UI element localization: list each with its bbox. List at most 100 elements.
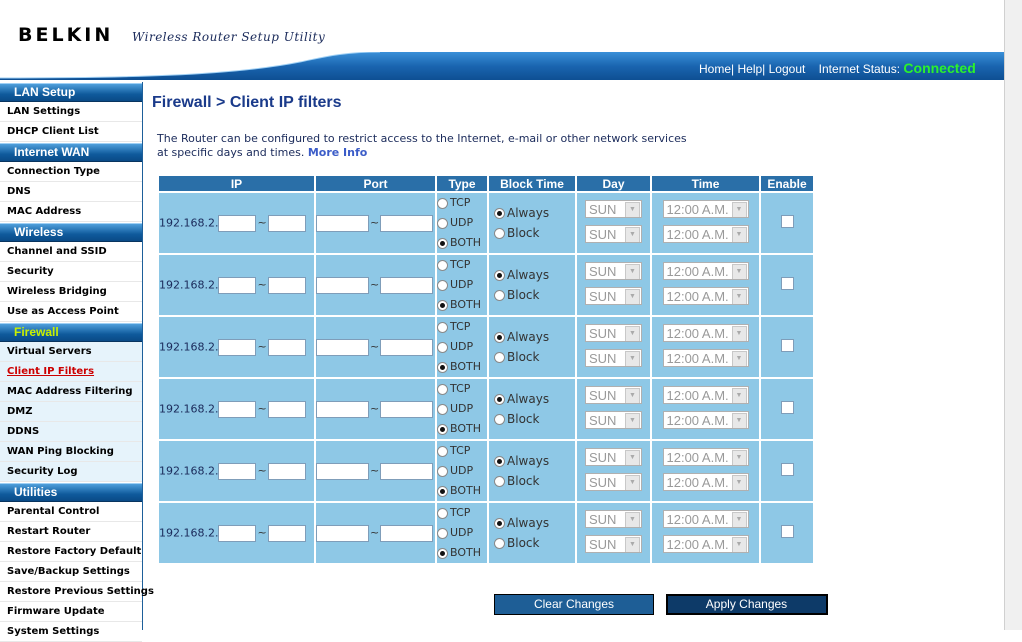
block-radio-block[interactable] [494,290,505,301]
sidebar-item-ddns[interactable]: DDNS [0,422,142,442]
more-info-link[interactable]: More Info [308,146,368,159]
type-radio-both[interactable] [437,299,448,311]
enable-checkbox[interactable] [780,401,794,414]
ip-end-input[interactable] [267,276,306,294]
time-from-select[interactable]: 12:00 A.M. ▼ [662,262,749,280]
ip-end-input[interactable] [267,214,306,232]
sidebar-item-lan-settings[interactable]: LAN Settings [0,102,142,122]
type-option-both[interactable]: BOTH [437,357,487,377]
port-end-input[interactable] [380,524,434,542]
port-end-input[interactable] [380,276,434,294]
block-radio-block[interactable] [494,228,505,239]
sidebar-item-restore-factory-default[interactable]: Restore Factory Default [0,542,142,562]
type-option-tcp[interactable]: TCP [437,441,487,461]
day-to-select[interactable]: SUN ▼ [585,287,642,305]
day-from-select[interactable]: SUN ▼ [585,448,642,466]
sidebar-item-wireless-bridging[interactable]: Wireless Bridging [0,282,142,302]
sidebar-item-restore-previous-settings[interactable]: Restore Previous Settings [0,582,154,602]
port-start-input[interactable] [316,338,369,356]
type-option-both[interactable]: BOTH [437,543,487,563]
time-to-select[interactable]: 12:00 A.M. ▼ [662,535,749,553]
day-to-select[interactable]: SUN ▼ [585,473,642,491]
port-end-input[interactable] [380,338,434,356]
sidebar-item-dns[interactable]: DNS [0,182,142,202]
ip-start-input[interactable] [218,338,257,356]
type-radio-tcp[interactable] [437,197,448,209]
block-option-block[interactable]: Block [489,285,575,305]
day-to-select[interactable]: SUN ▼ [585,411,642,429]
block-option-block[interactable]: Block [489,471,575,491]
type-option-tcp[interactable]: TCP [437,379,487,399]
block-radio-always[interactable] [494,332,505,343]
type-radio-udp[interactable] [437,403,448,415]
day-to-select[interactable]: SUN ▼ [585,349,642,367]
sidebar-item-save-backup-settings[interactable]: Save/Backup Settings [0,562,142,582]
type-radio-both[interactable] [437,485,448,497]
block-option-always[interactable]: Always [489,389,575,409]
block-radio-always[interactable] [494,394,505,405]
window-scrollbar[interactable] [1004,0,1022,630]
type-option-udp[interactable]: UDP [437,461,487,481]
type-option-tcp[interactable]: TCP [437,193,487,213]
enable-checkbox[interactable] [780,277,794,290]
block-radio-always[interactable] [494,456,505,467]
apply-changes-button[interactable]: Apply Changes [665,594,828,615]
ip-start-input[interactable] [218,462,257,480]
ip-end-input[interactable] [267,400,306,418]
type-option-udp[interactable]: UDP [437,337,487,357]
type-radio-tcp[interactable] [437,259,448,271]
block-option-block[interactable]: Block [489,533,575,553]
sidebar-item-firmware-update[interactable]: Firmware Update [0,602,142,622]
block-radio-always[interactable] [494,518,505,529]
type-radio-tcp[interactable] [437,445,448,457]
sidebar-section-utilities[interactable]: Utilities [0,483,142,502]
type-option-udp[interactable]: UDP [437,275,487,295]
time-from-select[interactable]: 12:00 A.M. ▼ [662,386,749,404]
time-to-select[interactable]: 12:00 A.M. ▼ [662,287,749,305]
type-option-udp[interactable]: UDP [437,399,487,419]
type-radio-both[interactable] [437,237,448,249]
type-option-tcp[interactable]: TCP [437,255,487,275]
day-from-select[interactable]: SUN ▼ [585,386,642,404]
block-radio-block[interactable] [494,476,505,487]
block-option-always[interactable]: Always [489,451,575,471]
port-start-input[interactable] [316,214,369,232]
ip-start-input[interactable] [218,524,257,542]
sidebar-section-internet-wan[interactable]: Internet WAN [0,143,142,162]
port-start-input[interactable] [316,524,369,542]
port-end-input[interactable] [380,462,434,480]
port-start-input[interactable] [316,400,369,418]
sidebar-item-dhcp-client-list[interactable]: DHCP Client List [0,122,142,142]
enable-checkbox[interactable] [780,525,794,538]
time-from-select[interactable]: 12:00 A.M. ▼ [662,448,749,466]
sidebar-item-restart-router[interactable]: Restart Router [0,522,142,542]
type-radio-udp[interactable] [437,465,448,477]
sidebar-item-virtual-servers[interactable]: Virtual Servers [0,342,142,362]
block-option-always[interactable]: Always [489,203,575,223]
type-option-both[interactable]: BOTH [437,295,487,315]
block-radio-always[interactable] [494,208,505,219]
sidebar-section-wireless[interactable]: Wireless [0,223,142,242]
help-link[interactable]: Help| [737,62,765,76]
block-radio-block[interactable] [494,352,505,363]
block-option-block[interactable]: Block [489,347,575,367]
ip-end-input[interactable] [267,462,306,480]
time-to-select[interactable]: 12:00 A.M. ▼ [662,411,749,429]
type-radio-udp[interactable] [437,279,448,291]
type-radio-tcp[interactable] [437,383,448,395]
block-radio-block[interactable] [494,538,505,549]
type-option-tcp[interactable]: TCP [437,503,487,523]
sidebar-section-lan-setup[interactable]: LAN Setup [0,83,142,102]
enable-checkbox[interactable] [780,339,794,352]
sidebar-item-mac-address[interactable]: MAC Address [0,202,142,222]
sidebar-item-parental-control[interactable]: Parental Control [0,502,142,522]
type-option-udp[interactable]: UDP [437,213,487,233]
day-to-select[interactable]: SUN ▼ [585,535,642,553]
enable-checkbox[interactable] [780,463,794,476]
block-option-block[interactable]: Block [489,409,575,429]
sidebar-item-dmz[interactable]: DMZ [0,402,142,422]
block-option-always[interactable]: Always [489,513,575,533]
type-radio-both[interactable] [437,547,448,559]
sidebar-item-use-as-access-point[interactable]: Use as Access Point [0,302,142,322]
day-from-select[interactable]: SUN ▼ [585,510,642,528]
